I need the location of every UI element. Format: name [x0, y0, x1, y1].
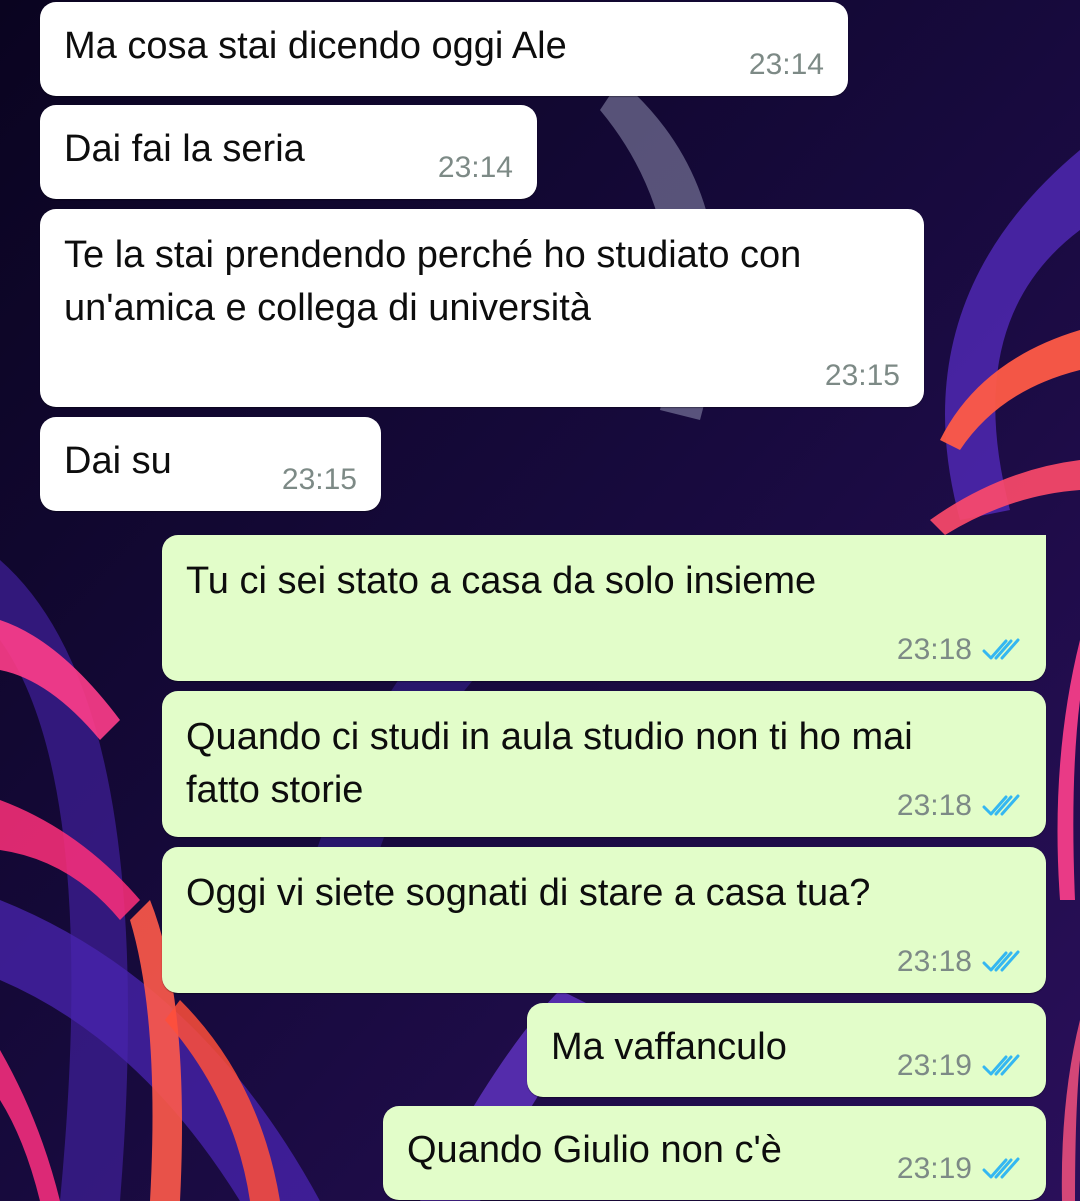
- double-check-icon: [982, 1157, 1020, 1179]
- message-meta: 23:18: [897, 947, 1022, 977]
- double-check-icon: [982, 950, 1020, 972]
- message-text: Quando Giulio non c'è: [407, 1129, 782, 1171]
- message-text: Te la stai prendendo perché ho studiato …: [64, 234, 812, 329]
- double-check-icon: [982, 1054, 1020, 1076]
- message-meta: 23:15: [282, 465, 357, 495]
- message-time: 23:18: [896, 789, 972, 822]
- message-text: Oggi vi siete sognati di stare a casa tu…: [186, 872, 871, 914]
- message-time: 23:19: [896, 1049, 972, 1082]
- message-bubble-outgoing[interactable]: Quando Giulio non c'è 23:19: [383, 1106, 1046, 1200]
- message-time: 23:14: [748, 48, 824, 81]
- message-bubble-incoming[interactable]: Dai su 23:15: [40, 417, 381, 511]
- message-time: 23:18: [896, 945, 972, 978]
- message-time: 23:18: [896, 633, 972, 666]
- message-text: Tu ci sei stato a casa da solo insieme: [186, 560, 817, 602]
- message-text: Ma cosa stai dicendo oggi Ale: [64, 25, 567, 67]
- message-bubble-incoming[interactable]: Te la stai prendendo perché ho studiato …: [40, 209, 924, 407]
- message-time: 23:19: [896, 1152, 972, 1185]
- message-meta: 23:19: [897, 1154, 1022, 1184]
- message-time: 23:15: [824, 359, 900, 392]
- message-meta: 23:19: [897, 1051, 1022, 1081]
- double-check-icon: [982, 638, 1020, 660]
- message-text: Ma vaffanculo: [551, 1026, 787, 1068]
- message-text: Quando ci studi in aula studio non ti ho…: [186, 716, 924, 811]
- message-meta: 23:14: [438, 153, 513, 183]
- message-bubble-incoming[interactable]: Dai fai la seria 23:14: [40, 105, 537, 199]
- message-bubble-outgoing[interactable]: Oggi vi siete sognati di stare a casa tu…: [162, 847, 1046, 993]
- message-time: 23:14: [437, 151, 513, 184]
- message-bubble-incoming[interactable]: Ma cosa stai dicendo oggi Ale 23:14: [40, 2, 848, 96]
- message-text: Dai fai la seria: [64, 128, 305, 170]
- message-meta: 23:15: [825, 361, 900, 391]
- message-bubble-outgoing[interactable]: Quando ci studi in aula studio non ti ho…: [162, 691, 1046, 837]
- double-check-icon: [982, 794, 1020, 816]
- message-bubble-outgoing[interactable]: Ma vaffanculo 23:19: [527, 1003, 1046, 1097]
- message-text: Dai su: [64, 440, 172, 482]
- message-meta: 23:18: [897, 791, 1022, 821]
- message-meta: 23:14: [749, 50, 824, 80]
- message-bubble-outgoing[interactable]: Tu ci sei stato a casa da solo insieme 2…: [162, 535, 1046, 681]
- message-meta: 23:18: [897, 635, 1022, 665]
- message-time: 23:15: [281, 463, 357, 496]
